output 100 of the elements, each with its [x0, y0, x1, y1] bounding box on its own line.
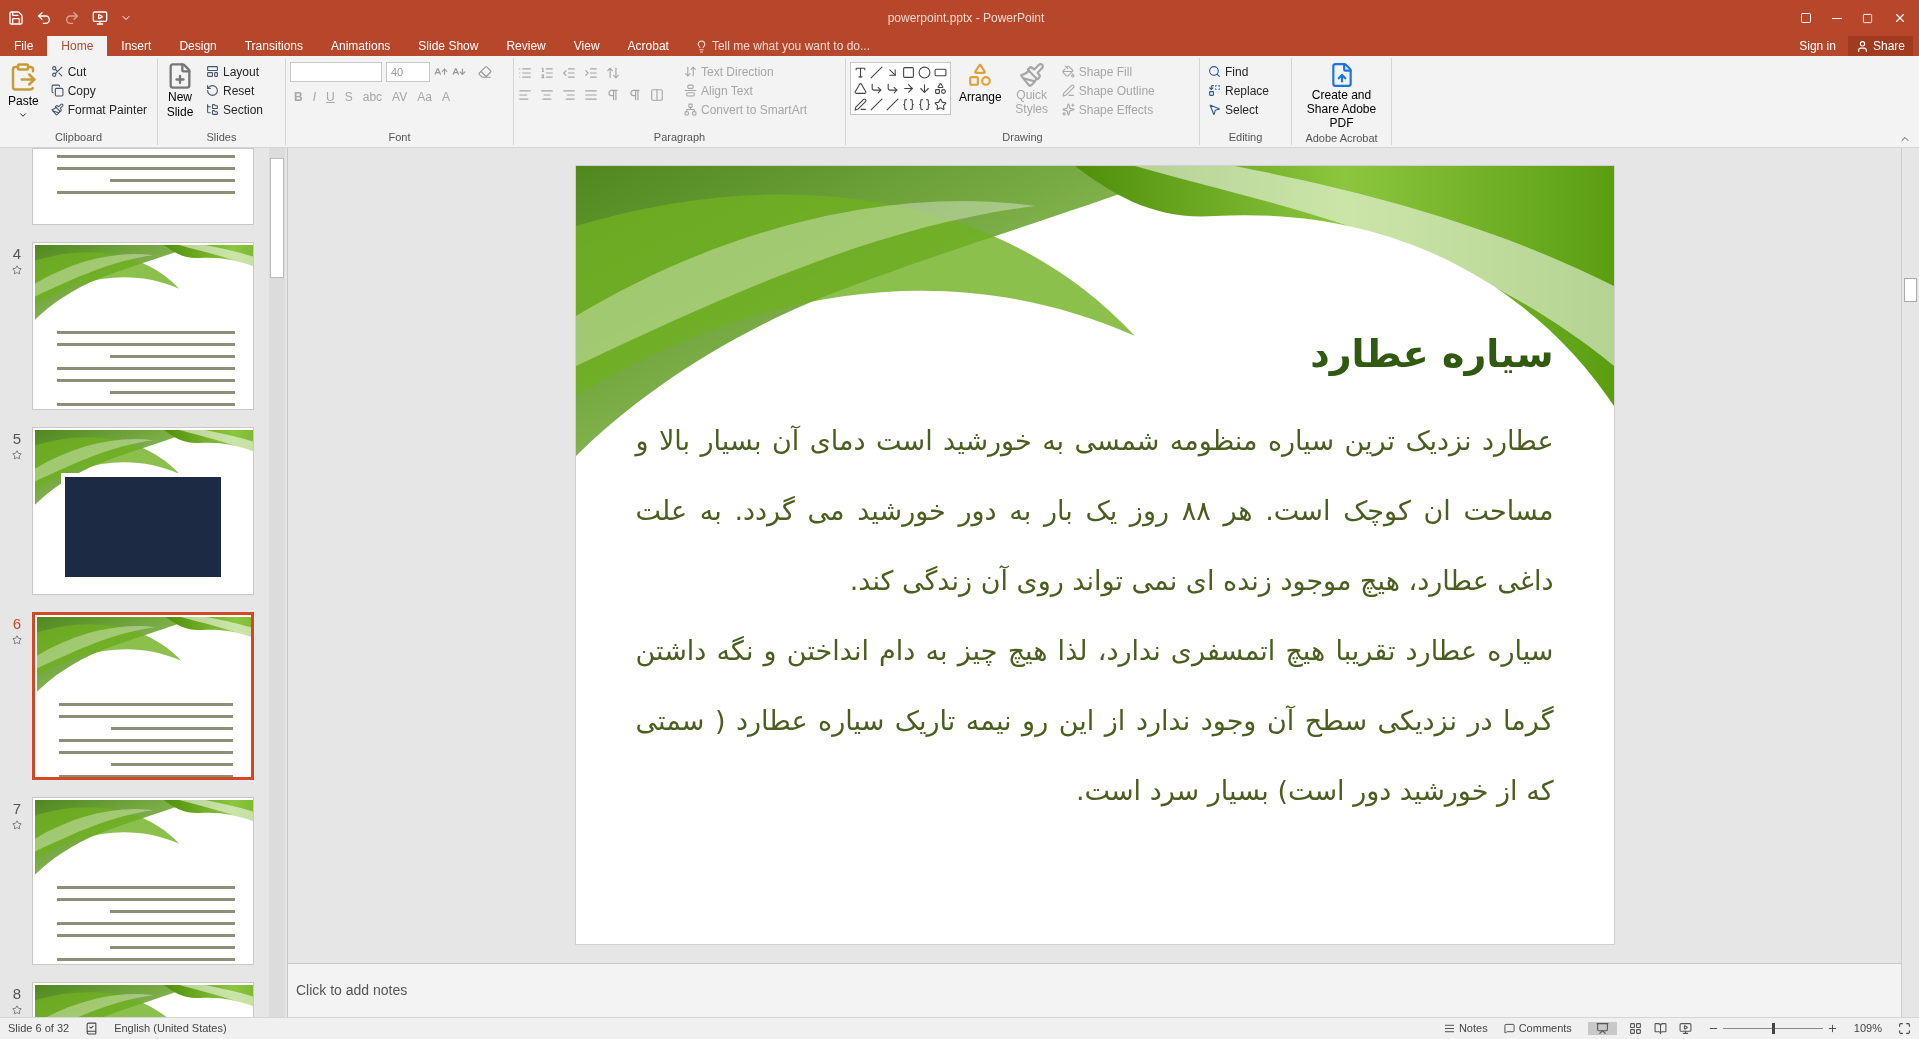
star-icon: [12, 265, 22, 275]
restore-icon: [1862, 12, 1873, 24]
sparkle-icon: [1061, 103, 1075, 116]
shape-icon: [934, 66, 947, 79]
arrange-icon: [967, 62, 994, 88]
slideshow-icon: [1678, 1022, 1692, 1035]
ribbon-tab[interactable]: Acrobat: [613, 36, 683, 56]
notes-field[interactable]: Click to add notes: [296, 980, 696, 1001]
minimize-icon[interactable]: [1832, 17, 1842, 19]
ribbon-button[interactable]: Format Painter: [46, 100, 152, 119]
normal-view-button[interactable]: [1587, 1022, 1617, 1035]
ribbon-button[interactable]: Select: [1204, 100, 1274, 119]
numbering-icon: [540, 66, 554, 80]
ltr-icon: [606, 88, 620, 102]
ribbon-button[interactable]: Find: [1204, 62, 1274, 81]
comments-button[interactable]: Comments: [1503, 1020, 1572, 1037]
ribbon-tab[interactable]: Transitions: [230, 36, 317, 56]
clear-format-icon: [478, 65, 492, 79]
ribbon-button[interactable]: Replace: [1204, 81, 1274, 100]
ribbon-tab[interactable]: View: [559, 36, 614, 56]
ribbon-tab[interactable]: Review: [492, 36, 560, 56]
redo-icon: [64, 10, 80, 26]
shape-icon: [870, 82, 883, 95]
star-icon: [12, 820, 22, 830]
slide-number: 6: [12, 616, 22, 631]
ribbon-button[interactable]: Reset: [202, 81, 268, 100]
font-name-field[interactable]: [290, 62, 382, 82]
group-label: Drawing: [1002, 130, 1043, 145]
copy-icon: [50, 84, 64, 97]
shape-icon: [886, 82, 899, 95]
caret-icon: [18, 110, 29, 120]
reading-view-icon: [1653, 1022, 1667, 1035]
ribbon-button[interactable]: Copy: [46, 81, 152, 100]
columns-icon: [650, 88, 664, 102]
new-slide-button[interactable]: New Slide: [162, 62, 198, 120]
bullets-icon: [518, 66, 532, 80]
slide-thumbnail[interactable]: [32, 797, 254, 965]
align-text-icon: [684, 84, 697, 97]
align-center-icon: [540, 88, 554, 102]
slide-number: 5: [12, 431, 22, 446]
zoom-slider[interactable]: [1722, 1023, 1823, 1034]
pen-icon: [1061, 84, 1075, 97]
slide-title: سیاره عطارد: [1309, 331, 1554, 378]
tell-me-field[interactable]: Tell me what you want to do...: [694, 36, 912, 56]
shapes-gallery[interactable]: [850, 62, 951, 115]
font-size-field[interactable]: 40: [386, 62, 430, 82]
ribbon-tab[interactable]: Slide Show: [404, 36, 493, 56]
arrange-button[interactable]: Arrange: [955, 62, 1006, 106]
zoom-in-icon: [1826, 1023, 1838, 1034]
slide-thumbnail[interactable]: [32, 148, 254, 225]
normal-view-icon: [1595, 1022, 1609, 1035]
smartart-icon: [684, 103, 697, 116]
scissors-icon: [50, 65, 64, 78]
justify-icon: [584, 88, 598, 102]
vertical-scrollbar[interactable]: [1901, 148, 1919, 1017]
undo-icon: [36, 10, 52, 26]
shape-icon: [934, 98, 947, 111]
star-icon: [12, 635, 22, 645]
comment-icon: [1503, 1023, 1515, 1034]
ribbon-tab[interactable]: Insert: [107, 36, 166, 56]
paste-button[interactable]: Paste: [4, 62, 43, 120]
ribbon-tab[interactable]: Home: [47, 36, 108, 56]
group-label: Font: [388, 130, 411, 145]
presentation-icon: [92, 10, 108, 26]
ribbon-tab[interactable]: File: [0, 36, 48, 56]
scrollbar[interactable]: [269, 148, 285, 1017]
shape-icon: [902, 82, 915, 95]
group-label: Editing: [1228, 130, 1263, 145]
close-icon: [1893, 11, 1907, 25]
rtl-icon: [628, 88, 642, 102]
ribbon-tab[interactable]: Design: [165, 36, 231, 56]
group-label: Adobe Acrobat: [1305, 131, 1378, 146]
replace-icon: [1208, 84, 1221, 97]
create-pdf-button[interactable]: Create and Share Adobe PDF: [1296, 62, 1387, 130]
ribbon-tab[interactable]: Animations: [317, 36, 405, 56]
paint-bucket-icon: [1061, 65, 1075, 78]
shape-icon: [934, 82, 947, 95]
slide-thumbnail[interactable]: [32, 242, 254, 410]
group-label: Slides: [206, 130, 237, 145]
slide-number: 7: [12, 801, 22, 816]
align-right-icon: [562, 88, 576, 102]
slide-counter: Slide 6 of 32: [8, 1021, 70, 1037]
shape-icon: [854, 82, 867, 95]
zoom-thumb[interactable]: [1771, 1023, 1775, 1034]
paintbrush-icon: [50, 103, 64, 116]
ribbon-button[interactable]: Layout: [202, 62, 268, 81]
text-direction-icon: [684, 65, 697, 78]
increase-indent-icon: [584, 66, 598, 80]
share-button[interactable]: Share: [1847, 36, 1913, 56]
slide-thumbnail[interactable]: [32, 612, 254, 780]
notes-button[interactable]: Notes: [1443, 1020, 1488, 1037]
section-icon: [206, 103, 219, 116]
shape-icon: [854, 66, 867, 79]
ribbon-button[interactable]: Section: [202, 100, 268, 119]
slide-thumbnail[interactable]: [32, 427, 254, 595]
shape-icon: [886, 66, 899, 79]
pointer-icon: [1208, 103, 1221, 116]
slide-paragraph: عطارد نزدیک ترین سیاره منظومه شمسی به خورشید است دمای آن بسیار بالا و مساحت ان کوچک است. هر ۸۸ روز یک بار به دور خورشید می گردد. به علت داغی عطارد، هیچ موجود زنده ای نمی تواند روی آن زندگی کند.: [635, 424, 1554, 599]
ribbon-button[interactable]: Cut: [46, 62, 152, 81]
sign-in-link[interactable]: Sign in: [1787, 36, 1848, 56]
